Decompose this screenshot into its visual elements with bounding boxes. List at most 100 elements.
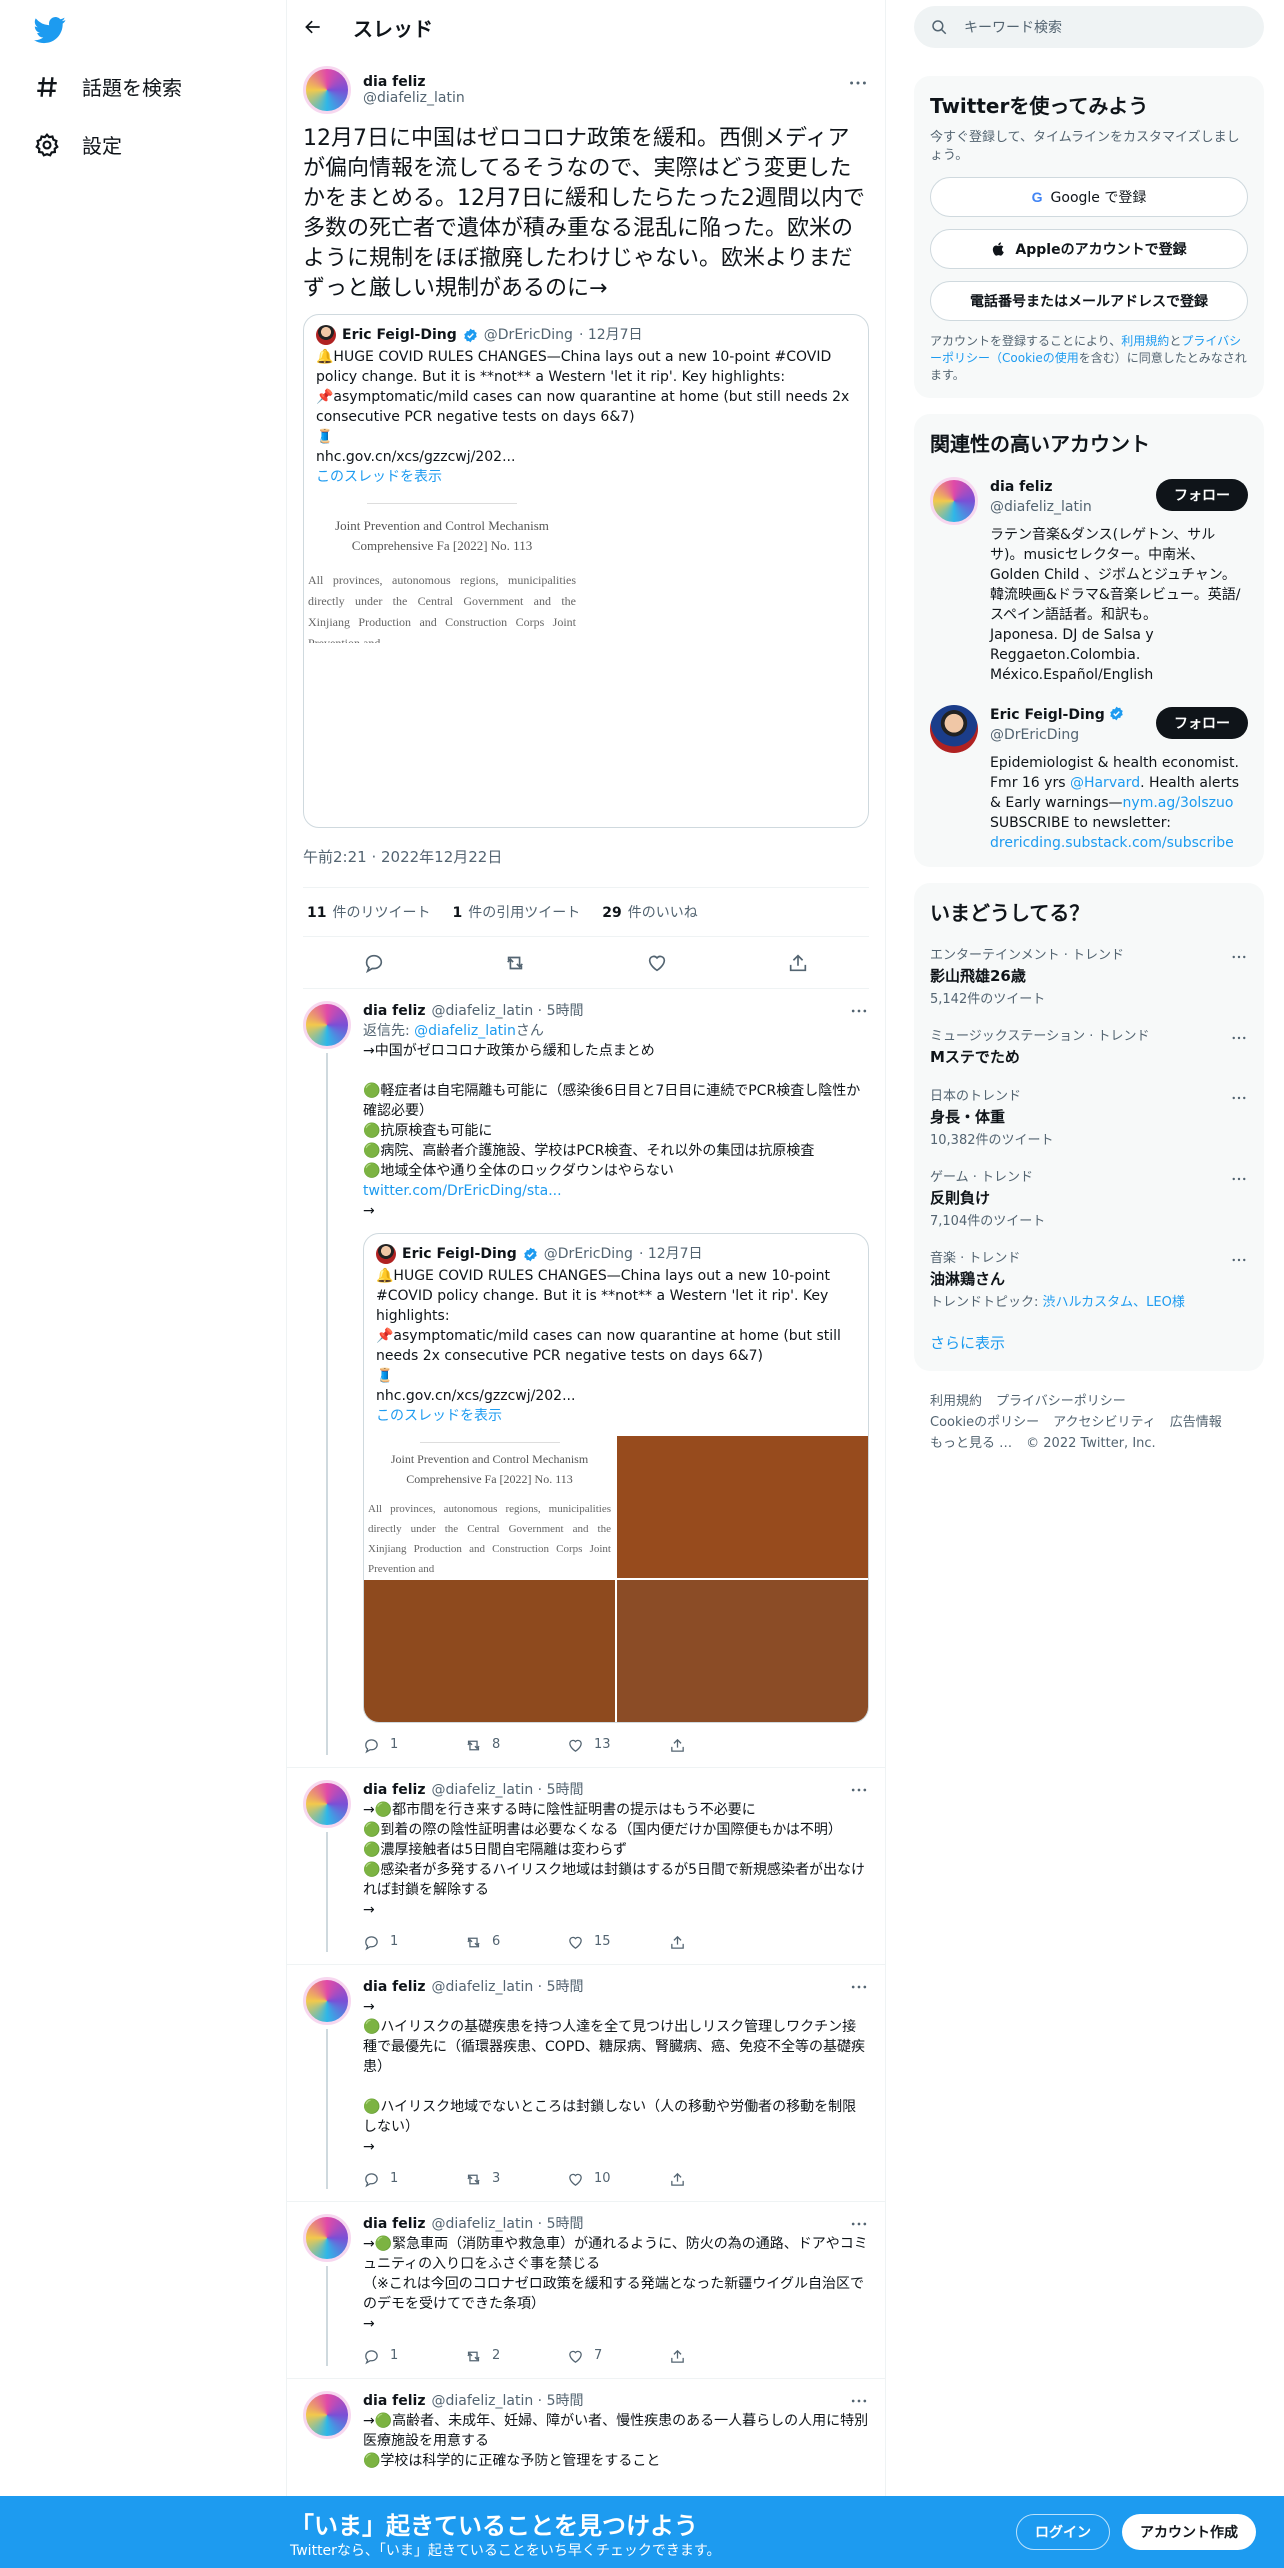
tweet-link[interactable]: twitter.com/DrEricDing/sta... [363,1181,869,1201]
reply-button[interactable]: 1 [363,1735,465,1755]
like-count[interactable]: 29 件のいいね [602,902,697,922]
google-signup-button[interactable]: G Google で登録 [930,177,1248,217]
more-icon[interactable] [1230,948,1248,966]
reply-icon[interactable] [363,952,385,974]
retweet-button[interactable]: 2 [465,2346,567,2366]
more-icon[interactable] [1230,1170,1248,1188]
show-thread-link[interactable]: このスレッドを表示 [376,1406,856,1426]
avatar[interactable] [303,2214,351,2262]
author-handle[interactable]: @diafeliz_latin [363,90,465,106]
more-icon[interactable] [849,1977,869,1997]
reply-tweet[interactable]: dia feliz @diafeliz_latin · 5時間 返信先: @di… [287,989,885,1768]
reply-tweet[interactable]: dia feliz @diafeliz_latin · 5時間 → 🟢ハイリスク… [287,1965,885,2202]
retweet-icon[interactable] [504,952,526,974]
nav-explore[interactable]: 話題を検索 [34,72,182,101]
phone-email-signup-button[interactable]: 電話番号またはメールアドレスで登録 [930,281,1248,321]
apple-signup-button[interactable]: Appleのアカウントで登録 [930,229,1248,269]
author-meta[interactable]: @diafeliz_latin · 5時間 [431,1001,583,1021]
author-meta[interactable]: @diafeliz_latin · 5時間 [431,1780,583,1800]
avatar[interactable] [303,1977,351,2025]
account-item[interactable]: dia feliz @diafeliz_latin ラテン音楽&ダンス(レゲトン… [930,477,1248,685]
author-name[interactable]: dia feliz [363,2391,425,2411]
avatar[interactable] [303,2391,351,2439]
trend-item[interactable]: 音楽 · トレンド 油淋鶏さん トレンドトピック: 渋ハルカスタム、LEO様 [930,1247,1248,1310]
more-icon[interactable] [849,2391,869,2411]
more-icon[interactable] [1230,1029,1248,1047]
author-name[interactable]: dia feliz [363,2214,425,2234]
follow-button[interactable]: フォロー [1156,479,1248,511]
back-arrow-icon[interactable] [303,17,323,37]
author-meta[interactable]: @diafeliz_latin · 5時間 [431,2391,583,2411]
footer-link[interactable]: Cookieのポリシー [930,1415,1039,1430]
author-name[interactable]: dia feliz [363,1977,425,1997]
reply-tweet[interactable]: dia feliz @diafeliz_latin · 5時間 →🟢都市間を行き… [287,1768,885,1965]
retweet-button[interactable]: 6 [465,1932,567,1952]
bio-link[interactable]: @Harvard [1070,775,1140,791]
twitter-logo-icon[interactable] [34,14,66,46]
like-button[interactable]: 13 [567,1735,669,1755]
media-image[interactable] [364,1580,615,1722]
share-button[interactable] [669,2346,771,2366]
avatar[interactable] [930,477,978,525]
reply-button[interactable]: 1 [363,2169,465,2189]
bio-link[interactable]: drericding.substack.com/subscribe [990,835,1234,851]
like-button[interactable]: 7 [567,2346,669,2366]
signup-button[interactable]: アカウント作成 [1122,2514,1256,2550]
media-image[interactable] [617,1436,868,1578]
share-button[interactable] [669,2169,771,2189]
document-image[interactable]: Joint Prevention and Control Mechanism C… [364,1436,615,1578]
account-name[interactable]: Eric Feigl-Ding [990,707,1105,723]
footer-link[interactable]: アクセシビリティ [1053,1415,1156,1430]
show-more-link[interactable]: さらに表示 [930,1332,1248,1353]
retweet-button[interactable]: 8 [465,1735,567,1755]
nav-settings[interactable]: 設定 [34,130,122,159]
search-bar[interactable]: キーワード検索 [914,6,1264,48]
reply-to-handle[interactable]: @diafeliz_latin [414,1023,516,1039]
more-icon[interactable] [1230,1089,1248,1107]
footer-link[interactable]: 広告情報 [1170,1415,1222,1430]
share-button[interactable] [669,1932,771,1952]
trend-topic-link[interactable]: 渋ハルカスタム、LEO様 [1043,1295,1185,1310]
footer-link[interactable]: プライバシーポリシー [996,1394,1126,1409]
avatar[interactable] [303,66,351,114]
quote-document-image[interactable]: Joint Prevention and Control Mechanism C… [304,493,580,643]
author-name[interactable]: dia feliz [363,74,465,90]
trend-item[interactable]: ゲーム · トレンド 反則負け 7,104件のツイート [930,1166,1248,1229]
media-image[interactable] [617,1580,868,1722]
share-icon[interactable] [787,952,809,974]
footer-link[interactable]: 利用規約 [930,1394,982,1409]
search-input[interactable]: キーワード検索 [964,17,1062,37]
terms-link[interactable]: 利用規約 [1121,334,1169,348]
retweet-button[interactable]: 3 [465,2169,567,2189]
avatar[interactable] [303,1001,351,1049]
avatar[interactable] [303,1780,351,1828]
more-icon[interactable] [849,2214,869,2234]
like-button[interactable]: 10 [567,2169,669,2189]
share-button[interactable] [669,1735,771,1755]
author-meta[interactable]: @diafeliz_latin · 5時間 [431,1977,583,1997]
reply-button[interactable]: 1 [363,1932,465,1952]
more-icon[interactable] [847,72,869,94]
more-icon[interactable] [849,1001,869,1021]
retweet-count[interactable]: 11 件のリツイート [307,902,430,922]
reply-tweet[interactable]: dia feliz @diafeliz_latin · 5時間 →🟢緊急車両（消… [287,2202,885,2379]
more-icon[interactable] [849,1780,869,1800]
more-icon[interactable] [1230,1251,1248,1269]
author-meta[interactable]: @diafeliz_latin · 5時間 [431,2214,583,2234]
trend-item[interactable]: エンターテインメント · トレンド 影山飛雄26歳 5,142件のツイート [930,944,1248,1007]
reply-button[interactable]: 1 [363,2346,465,2366]
author-name[interactable]: dia feliz [363,1001,425,1021]
quoted-tweet[interactable]: Eric Feigl-Ding @DrEricDing · 12月7日 🔔HUG… [303,314,869,828]
trend-item[interactable]: ミュージックステーション · トレンド Mステでため [930,1025,1248,1067]
account-name[interactable]: dia feliz [990,479,1052,495]
avatar[interactable] [930,705,978,753]
like-icon[interactable] [646,952,668,974]
tweet-timestamp[interactable]: 午前2:21 · 2022年12月22日 [303,846,869,867]
login-button[interactable]: ログイン [1016,2514,1110,2550]
author-name[interactable]: dia feliz [363,1780,425,1800]
bio-link[interactable]: nym.ag/3olszuo [1123,795,1234,811]
reply-tweet[interactable]: dia feliz @diafeliz_latin · 5時間 →🟢高齢者、未成… [287,2379,885,2483]
show-thread-link[interactable]: このスレッドを表示 [316,467,856,487]
trend-item[interactable]: 日本のトレンド 身長・体重 10,382件のツイート [930,1085,1248,1148]
quote-count[interactable]: 1 件の引用ツイート [452,902,580,922]
